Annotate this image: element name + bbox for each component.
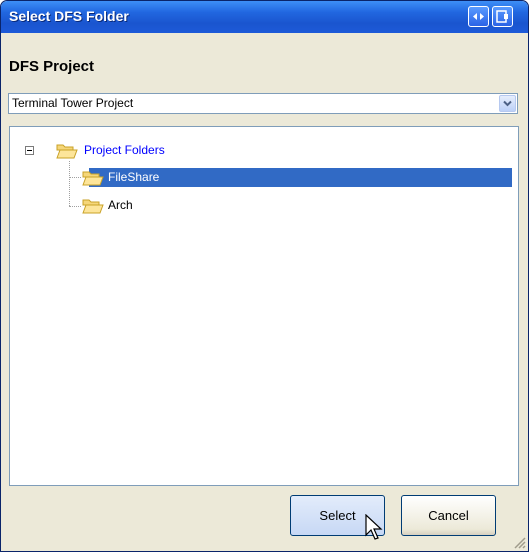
cancel-button[interactable]: Cancel	[401, 495, 496, 536]
cancel-button-label: Cancel	[428, 508, 469, 523]
window-title: Select DFS Folder	[9, 8, 129, 24]
dfs-project-label: DFS Project	[9, 58, 95, 75]
title-bar[interactable]: Select DFS Folder	[1, 1, 528, 33]
dock-icon[interactable]	[492, 6, 513, 27]
folder-tree[interactable]: Project Folders FileShare Arch	[9, 126, 519, 486]
chevron-down-icon[interactable]	[499, 95, 516, 112]
tree-item-fileshare[interactable]: FileShare	[82, 168, 382, 188]
tree-item-arch[interactable]: Arch	[82, 196, 282, 216]
open-folder-icon	[56, 144, 78, 159]
mouse-pointer-icon	[365, 514, 383, 540]
select-button-label: Select	[319, 508, 356, 523]
project-dropdown[interactable]: Terminal Tower Project	[8, 93, 518, 114]
collapse-icon[interactable]	[25, 146, 34, 155]
tree-connector	[69, 206, 81, 207]
open-folder-icon	[82, 171, 104, 186]
restore-icon[interactable]	[468, 6, 489, 27]
project-dropdown-value: Terminal Tower Project	[12, 96, 134, 110]
open-folder-icon	[82, 199, 104, 214]
dialog-window: Select DFS Folder DFS Project Terminal T…	[0, 0, 529, 552]
tree-item-project-folders[interactable]: Project Folders	[40, 141, 240, 161]
tree-item-label: Project Folders	[84, 143, 165, 157]
resize-grip-icon[interactable]	[512, 535, 526, 549]
tree-connector	[69, 177, 81, 178]
tree-connector	[69, 161, 70, 206]
tree-item-label: Arch	[108, 198, 133, 212]
tree-item-label: FileShare	[108, 170, 160, 184]
